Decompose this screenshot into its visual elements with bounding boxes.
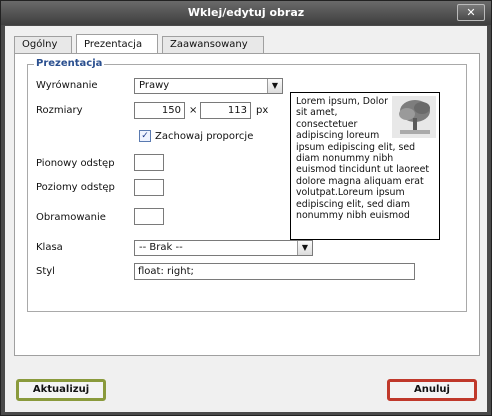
checkmark-icon: ✓ — [141, 131, 149, 141]
close-button[interactable]: ✕ — [457, 4, 485, 21]
dialog-title: Wklej/edytuj obraz — [187, 6, 305, 19]
chevron-down-icon: ▼ — [297, 241, 312, 255]
dialog-body: Ogólny Prezentacja Zaawansowany Prezenta… — [5, 26, 487, 412]
class-select[interactable]: -- Brak -- ▼ — [134, 240, 313, 256]
style-input[interactable]: float: right; — [134, 263, 415, 280]
vspace-input[interactable] — [134, 154, 164, 171]
hspace-label: Poziomy odstęp — [36, 182, 115, 193]
alignment-label: Wyrównanie — [36, 80, 98, 91]
border-label: Obramowanie — [36, 212, 106, 223]
class-label: Klasa — [36, 242, 63, 253]
height-value: 113 — [227, 105, 247, 116]
vspace-label: Pionowy odstęp — [36, 158, 115, 169]
close-icon: ✕ — [466, 6, 476, 19]
dimensions-label: Rozmiary — [36, 105, 83, 116]
chevron-down-icon: ▼ — [267, 79, 282, 93]
style-label: Styl — [36, 266, 55, 277]
fieldset-legend: Prezentacja — [34, 58, 105, 69]
tab-advanced[interactable]: Zaawansowany — [162, 36, 264, 53]
update-button-label: Aktualizuj — [32, 384, 90, 395]
image-preview: Lorem ipsum, Dolor sit amet, consectetue… — [290, 92, 440, 240]
tab-general[interactable]: Ogólny — [14, 36, 72, 53]
dialog-window: Wklej/edytuj obraz ✕ Ogólny Prezentacja … — [0, 0, 492, 416]
border-input[interactable] — [134, 208, 164, 225]
alignment-select[interactable]: Prawy ▼ — [134, 78, 283, 94]
cancel-button[interactable]: Anuluj — [387, 379, 477, 401]
presentation-fieldset: Prezentacja Wyrównanie Prawy ▼ Rozmiary … — [27, 58, 467, 312]
class-value: -- Brak -- — [139, 242, 183, 253]
tab-general-label: Ogólny — [22, 39, 58, 50]
height-input[interactable]: 113 — [200, 102, 251, 119]
title-bar[interactable]: Wklej/edytuj obraz ✕ — [1, 1, 491, 25]
dimensions-unit: px — [256, 105, 269, 116]
keep-proportions-checkbox[interactable]: ✓ — [139, 130, 151, 142]
tab-advanced-label: Zaawansowany — [170, 39, 248, 50]
style-value: float: right; — [138, 266, 194, 277]
hspace-input[interactable] — [134, 179, 164, 196]
tab-presentation[interactable]: Prezentacja — [76, 34, 158, 54]
width-value: 150 — [161, 105, 181, 116]
tab-presentation-label: Prezentacja — [84, 39, 143, 50]
update-button[interactable]: Aktualizuj — [16, 379, 106, 401]
tab-panel: Prezentacja Wyrównanie Prawy ▼ Rozmiary … — [14, 53, 480, 356]
keep-proportions-label[interactable]: Zachowaj proporcje — [155, 131, 253, 142]
cancel-button-label: Anuluj — [414, 384, 450, 395]
width-input[interactable]: 150 — [134, 102, 185, 119]
alignment-value: Prawy — [139, 80, 170, 91]
dimensions-separator: × — [189, 105, 198, 116]
tree-image-icon — [392, 96, 436, 138]
